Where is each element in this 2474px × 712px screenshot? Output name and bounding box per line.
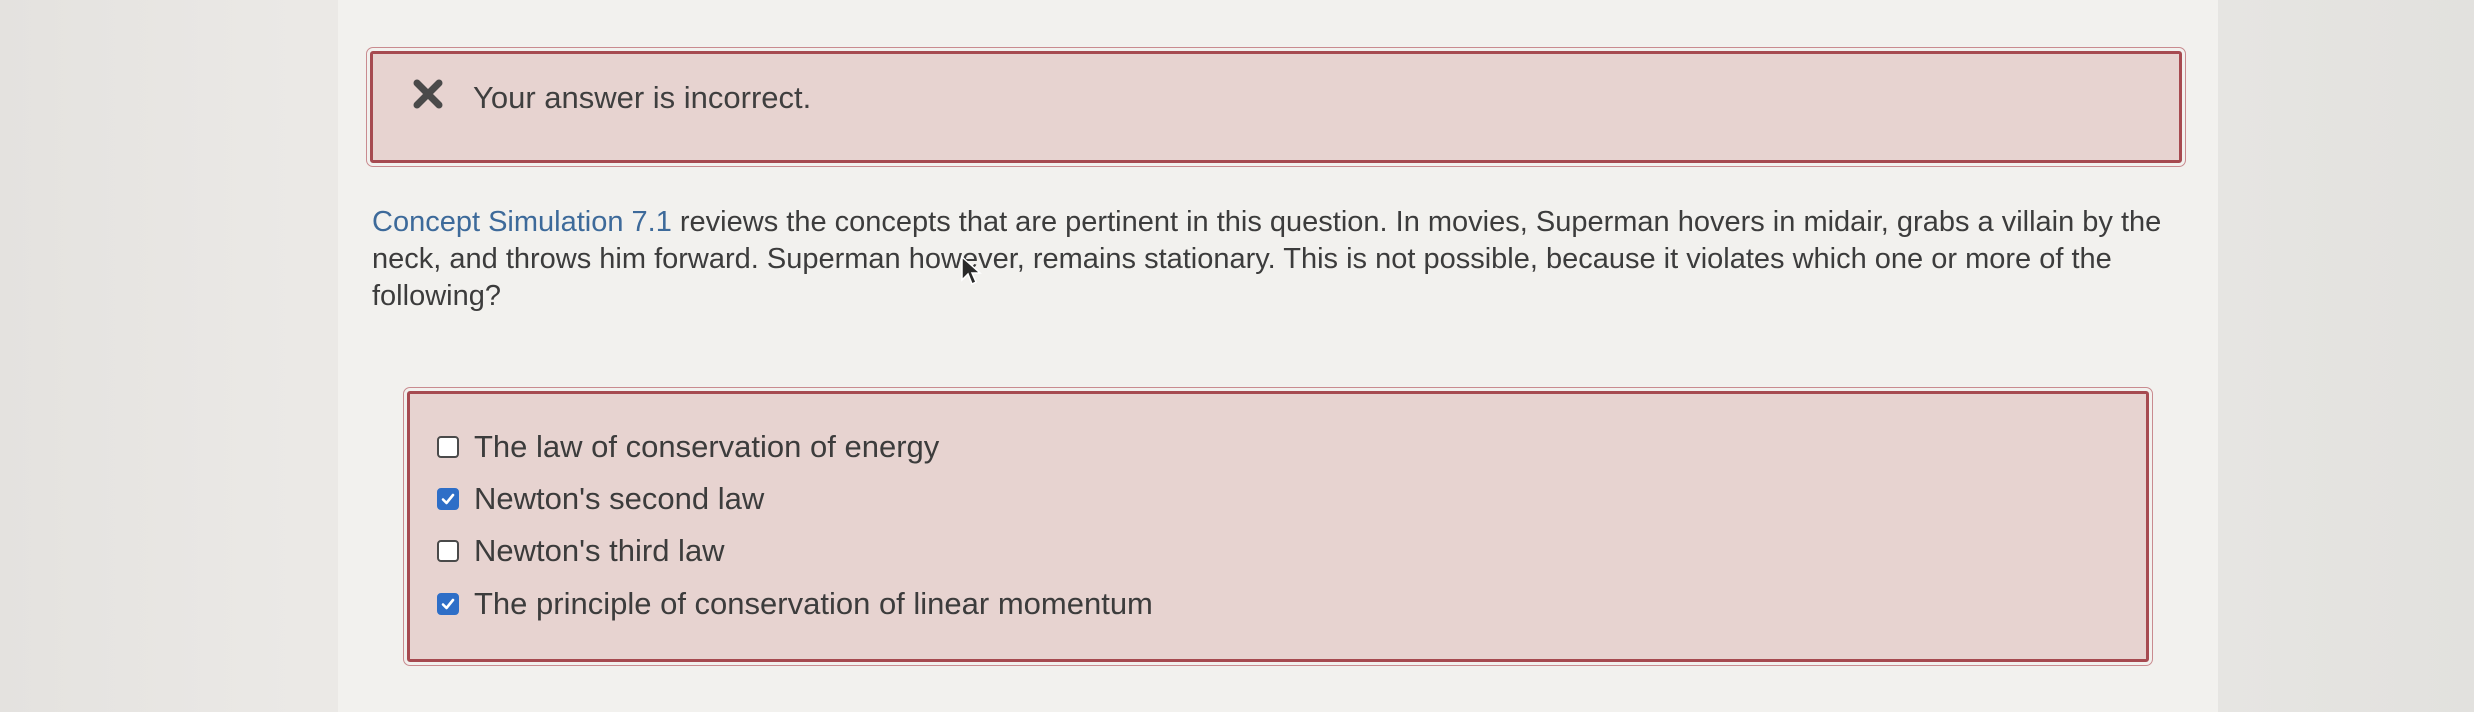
option-newtons-third-law[interactable]: Newton's third law — [437, 531, 725, 571]
checkmark-icon — [441, 598, 455, 610]
answer-options: The law of conservation of energy Newton… — [403, 387, 2153, 666]
option-conservation-of-energy[interactable]: The law of conservation of energy — [437, 427, 939, 467]
option-label: Newton's third law — [474, 533, 725, 568]
feedback-banner: Your answer is incorrect. — [366, 47, 2186, 167]
option-label: Newton's second law — [474, 481, 765, 516]
question-text: Concept Simulation 7.1 reviews the conce… — [372, 204, 2172, 315]
checkbox-checked[interactable] — [437, 488, 459, 510]
concept-simulation-link[interactable]: Concept Simulation 7.1 — [372, 206, 672, 238]
feedback-message: Your answer is incorrect. — [473, 80, 812, 115]
option-conservation-of-linear-momentum[interactable]: The principle of conservation of linear … — [437, 584, 1153, 624]
option-label: The law of conservation of energy — [474, 429, 940, 464]
close-icon — [413, 79, 443, 109]
checkmark-icon — [441, 493, 455, 505]
option-label: The principle of conservation of linear … — [474, 586, 1153, 621]
checkbox-checked[interactable] — [437, 593, 459, 615]
checkbox-unchecked[interactable] — [437, 436, 459, 458]
option-newtons-second-law[interactable]: Newton's second law — [437, 479, 764, 519]
checkbox-unchecked[interactable] — [437, 540, 459, 562]
mouse-pointer-icon — [961, 255, 982, 286]
